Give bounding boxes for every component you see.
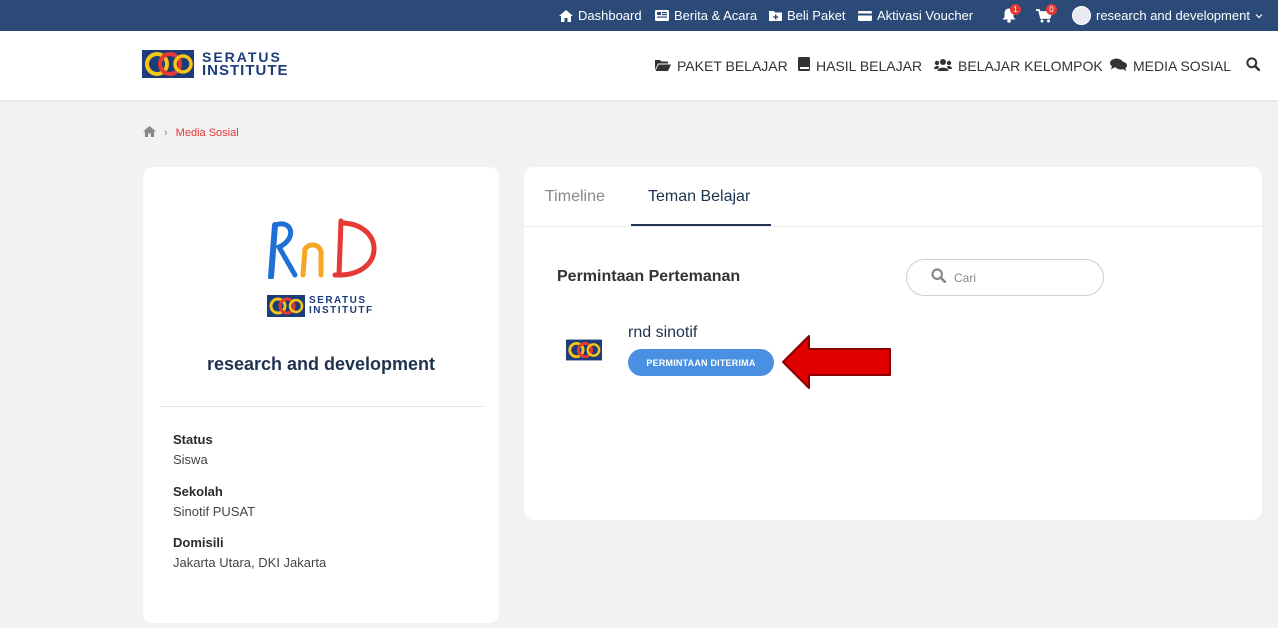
mini-logo-text: SERATUS INSTITUTF (309, 296, 374, 316)
buy-package-label: Beli Paket (787, 8, 846, 23)
profile-card: SERATUS INSTITUTF research and developme… (143, 167, 499, 623)
field-value: Jakarta Utara, DKI Jakarta (173, 555, 327, 570)
profile-divider (160, 406, 484, 407)
nav-search-button[interactable] (1246, 31, 1261, 100)
breadcrumb: › Media Sosial (143, 126, 239, 140)
field-value: Sinotif PUSAT (173, 504, 256, 519)
nav-media-sosial[interactable]: MEDIA SOSIAL (1110, 31, 1231, 100)
nav-hasil-label: HASIL BELAJAR (816, 57, 923, 74)
tab-timeline[interactable]: Timeline (545, 167, 605, 227)
nav-paket-label: PAKET BELAJAR (677, 57, 788, 74)
dashboard-label: Dashboard (578, 8, 642, 23)
field-label: Status (173, 432, 213, 447)
tab-bar: Timeline Teman Belajar (524, 167, 1262, 227)
breadcrumb-current: Media Sosial (175, 127, 239, 139)
breadcrumb-home-icon[interactable] (143, 126, 156, 140)
news-link[interactable]: Berita & Acara (655, 0, 757, 31)
book-icon (798, 57, 810, 74)
newspaper-icon (655, 10, 669, 21)
voucher-link[interactable]: Aktivasi Voucher (858, 0, 973, 31)
request-accepted-button[interactable]: PERMINTAAN DITERIMA (628, 349, 774, 376)
field-value: Siswa (173, 452, 208, 467)
main-nav: SERATUS INSTITUTE PAKET BELAJAR HASIL BE… (0, 31, 1278, 100)
search-input[interactable] (954, 270, 1084, 285)
nav-media-label: MEDIA SOSIAL (1133, 57, 1232, 74)
friend-search[interactable] (906, 259, 1104, 296)
active-tab-indicator (631, 224, 771, 226)
nav-kelompok-label: BELAJAR KELOMPOK (958, 57, 1103, 74)
profile-field-school: Sekolah Sinotif PUSAT (173, 484, 255, 519)
friend-requests-title: Permintaan Pertemanan (557, 268, 741, 285)
friends-card: Timeline Teman Belajar Permintaan Pertem… (524, 167, 1262, 520)
profile-name: research and development (206, 354, 436, 374)
rnd-logo (268, 218, 377, 279)
comments-icon (1110, 58, 1127, 74)
user-avatar (1072, 6, 1091, 25)
user-name: research and development (1096, 8, 1250, 23)
seratus-mini-logo: SERATUS INSTITUTF (267, 295, 374, 317)
red-arrow-annotation (782, 335, 891, 389)
field-label: Sekolah (173, 484, 223, 499)
nav-belajar-kelompok[interactable]: BELAJAR KELOMPOK (934, 31, 1103, 100)
folder-open-icon (655, 58, 671, 74)
buy-package-link[interactable]: Beli Paket (769, 0, 846, 31)
cart-count-badge: 0 (1046, 4, 1057, 15)
profile-field-domicile: Domisili Jakarta Utara, DKI Jakarta (173, 535, 326, 570)
credit-card-icon (858, 10, 872, 21)
mini-logo-line-2: INSTITUTF (309, 305, 374, 316)
voucher-label: Aktivasi Voucher (877, 8, 974, 23)
user-menu[interactable]: research and development (1072, 0, 1263, 31)
search-icon (1246, 57, 1261, 74)
home-icon (559, 9, 573, 22)
friend-avatar (566, 339, 602, 361)
notification-count-badge: 1 (1010, 4, 1021, 15)
users-icon (934, 58, 952, 74)
brand-line-2: INSTITUTE (202, 62, 289, 79)
brand-logo[interactable]: SERATUS INSTITUTE (142, 49, 289, 79)
nav-hasil-belajar[interactable]: HASIL BELAJAR (798, 31, 922, 100)
news-label: Berita & Acara (674, 8, 758, 23)
rings-icon (267, 295, 305, 317)
folder-plus-icon (769, 10, 782, 21)
nav-paket-belajar[interactable]: PAKET BELAJAR (655, 31, 788, 100)
brand-name: SERATUS INSTITUTE (202, 50, 289, 78)
tab-teman-belajar[interactable]: Teman Belajar (648, 167, 750, 227)
rings-icon (142, 50, 194, 78)
profile-field-status: Status Siswa (173, 432, 213, 467)
top-bar: Dashboard Berita & Acara Beli Paket Akti… (0, 0, 1278, 31)
search-icon (931, 267, 947, 288)
friend-name[interactable]: rnd sinotif (628, 324, 697, 342)
dashboard-link[interactable]: Dashboard (559, 0, 642, 31)
breadcrumb-separator: › (164, 127, 168, 139)
chevron-down-icon (1255, 13, 1263, 19)
field-label: Domisili (173, 535, 224, 550)
